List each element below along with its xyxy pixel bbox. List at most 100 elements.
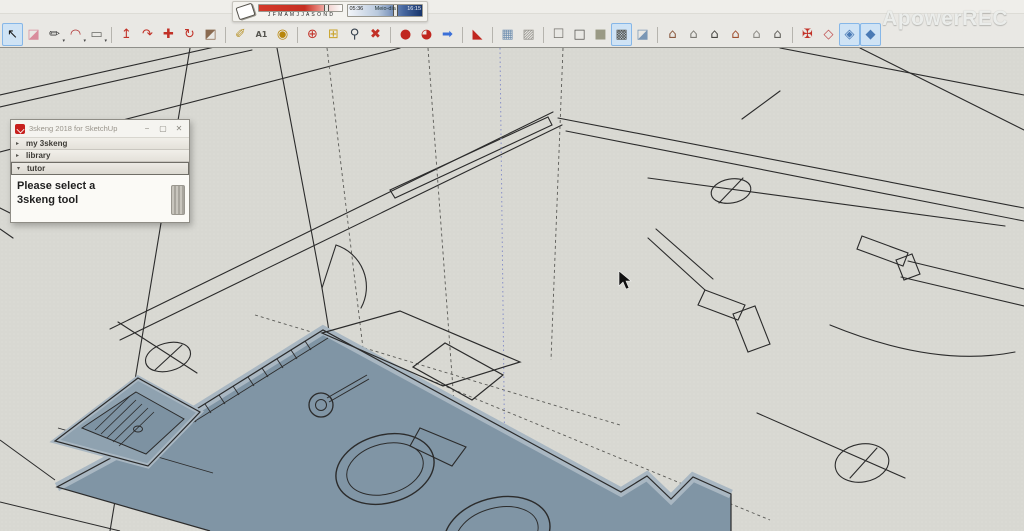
zoom-tool-icon[interactable]: ⚲ ▾ <box>344 23 365 46</box>
export-model-icon[interactable]: ➡ ▾ <box>437 23 458 46</box>
corridor-wall-pier <box>647 228 1016 357</box>
x-ray-style-icon[interactable]: ▦ ▾ <box>497 23 518 46</box>
section-arrow-icon: ▾ <box>17 166 21 172</box>
hidden-line-style-icon[interactable]: □ ▾ <box>569 23 590 46</box>
monochrome-style-icon[interactable]: ◪ ▾ <box>632 23 653 46</box>
scale-tool-icon[interactable]: ◩ ▾ <box>200 23 221 46</box>
tool-glyph: ◩ <box>204 27 217 42</box>
toolbar-separator[interactable]: ▾ <box>788 23 797 46</box>
tool-glyph: ⌂ <box>773 27 782 42</box>
axis-guide-blue <box>499 48 506 479</box>
display-section-planes-icon[interactable]: ◈ ▾ <box>839 23 860 46</box>
tool-glyph: □ <box>573 27 586 42</box>
tool-glyph: ✏ <box>49 27 60 42</box>
zoom-extents-tool-icon[interactable]: ✖ ▾ <box>365 23 386 46</box>
toolbar-separator[interactable]: ▾ <box>386 23 395 46</box>
move-tool-icon[interactable]: ✚ ▾ <box>158 23 179 46</box>
toolbar-separator[interactable]: ▾ <box>107 23 116 46</box>
front-view-icon[interactable]: ⌂ ▾ <box>704 23 725 46</box>
panel-section-my-3skeng[interactable]: ▸ my 3skeng <box>11 138 189 150</box>
tool-glyph: ☐ <box>552 27 565 42</box>
pan-tool-icon[interactable]: ⊞ ▾ <box>323 23 344 46</box>
orbit-tool-icon[interactable]: ⊕ ▾ <box>302 23 323 46</box>
tool-glyph: ◆ <box>865 27 876 42</box>
iso-view-icon[interactable]: ⌂ ▾ <box>662 23 683 46</box>
back-edges-style-icon[interactable]: ▨ ▾ <box>518 23 539 46</box>
3skeng-add-tool-icon[interactable]: ◕ ▾ <box>416 23 437 46</box>
tool-glyph: ◪ <box>27 27 40 42</box>
tool-glyph: ⌂ <box>752 27 761 42</box>
select-tool-icon[interactable]: ↖ ▾ <box>2 23 23 46</box>
panel-titlebar[interactable]: 3skeng 2018 for SketchUp − ▢ ✕ <box>11 120 189 138</box>
tool-glyph: ▩ <box>615 27 628 42</box>
component-tool-icon[interactable]: ◣ ▾ <box>467 23 488 46</box>
date-slider-thumb[interactable] <box>324 5 330 11</box>
tool-glyph: ■ <box>594 27 607 42</box>
tool-glyph: A1 <box>255 30 268 39</box>
tool-glyph: ◕ <box>420 27 433 42</box>
arc-tool-icon[interactable]: ◠ ▾ <box>65 23 86 46</box>
eraser-tool-icon[interactable]: ◪ ▾ <box>23 23 44 46</box>
section-label: tutor <box>27 164 46 173</box>
minimize-button[interactable]: − <box>141 123 153 135</box>
close-button[interactable]: ✕ <box>173 123 185 135</box>
panel-scrollbar[interactable] <box>171 185 185 215</box>
display-section-cuts-icon[interactable]: ◆ ▾ <box>860 23 881 46</box>
follow-me-tool-icon[interactable]: ↷ ▾ <box>137 23 158 46</box>
tool-glyph: ⊞ <box>328 27 339 42</box>
right-view-icon[interactable]: ⌂ ▾ <box>725 23 746 46</box>
left-view-icon[interactable]: ⌂ ▾ <box>767 23 788 46</box>
time-slider-track[interactable] <box>347 4 424 17</box>
shaded-style-icon[interactable]: ■ ▾ <box>590 23 611 46</box>
menu-strip <box>0 0 1024 14</box>
3skeng-panel: 3skeng 2018 for SketchUp − ▢ ✕ ▸ my 3ske… <box>10 119 190 223</box>
toolbar-area: J F M A M J J A S O N D 05:36 Meio-dia 1… <box>0 0 1024 48</box>
3skeng-pipe-tool-icon[interactable]: ● ▾ <box>395 23 416 46</box>
recorder-watermark: ApowerREC <box>882 7 1008 30</box>
shaded-textures-style-icon[interactable]: ▩ ▾ <box>611 23 632 46</box>
toolbar-separator[interactable]: ▾ <box>293 23 302 46</box>
wireframe-style-icon[interactable]: ☐ ▾ <box>548 23 569 46</box>
panel-section-tutor[interactable]: ▾ tutor <box>11 162 189 175</box>
shadow-time-slider[interactable]: 05:36 Meio-dia 16:15 <box>347 4 424 19</box>
panel-sections: ▸ my 3skeng ▸ library ▾ tutor <box>11 138 189 175</box>
line-tool-icon[interactable]: ✏ ▾ <box>44 23 65 46</box>
maximize-button[interactable]: ▢ <box>157 123 169 135</box>
dimension-tool-icon[interactable]: A1 ▾ <box>251 23 272 46</box>
tool-glyph: ⌂ <box>668 27 677 42</box>
time-slider-thumb[interactable] <box>392 5 398 16</box>
panel-section-library[interactable]: ▸ library <box>11 150 189 162</box>
toolbar-separator[interactable]: ▾ <box>458 23 467 46</box>
tool-glyph: ◪ <box>636 27 649 42</box>
back-view-icon[interactable]: ⌂ ▾ <box>746 23 767 46</box>
top-view-icon[interactable]: ⌂ ▾ <box>683 23 704 46</box>
door-swing-upper <box>321 244 367 309</box>
rectangle-tool-icon[interactable]: ▭ ▾ <box>86 23 107 46</box>
toggle-shadows-icon[interactable] <box>235 2 256 21</box>
3skeng-logo-icon <box>15 123 25 134</box>
date-slider-track[interactable] <box>257 4 344 12</box>
door-swing-lower <box>829 324 1016 357</box>
toolbar-separator[interactable]: ▾ <box>539 23 548 46</box>
toolbar-separator[interactable]: ▾ <box>488 23 497 46</box>
tool-glyph: ◠ <box>69 27 82 42</box>
tool-glyph: ➡ <box>442 27 453 42</box>
shadow-date-slider[interactable]: J F M A M J J A S O N D <box>257 4 344 19</box>
tool-glyph: ↖ <box>7 27 18 42</box>
axes-icon[interactable]: ✠ ▾ <box>797 23 818 46</box>
tape-measure-tool-icon[interactable]: ✐ ▾ <box>230 23 251 46</box>
rotate-tool-icon[interactable]: ↻ ▾ <box>179 23 200 46</box>
sketchup-window: J F M A M J J A S O N D 05:36 Meio-dia 1… <box>0 0 1024 531</box>
push-pull-tool-icon[interactable]: ↥ ▾ <box>116 23 137 46</box>
toolbar-separator[interactable]: ▾ <box>221 23 230 46</box>
toolbar-separator[interactable]: ▾ <box>653 23 662 46</box>
tool-glyph: ↷ <box>142 27 153 42</box>
tool-glyph: ◣ <box>472 27 483 42</box>
tool-glyph: ● <box>399 27 412 42</box>
section-plane-icon[interactable]: ◇ ▾ <box>818 23 839 46</box>
main-toolbar: ↖ ▾ ◪ ▾ ✏ ▾ ◠ ▾ ▭ ▾ ▾ ↥ <box>2 23 881 46</box>
section-label: library <box>26 151 51 160</box>
panel-title: 3skeng 2018 for SketchUp <box>29 124 118 133</box>
tool-glyph: ⊕ <box>307 27 318 42</box>
paint-bucket-tool-icon[interactable]: ◉ ▾ <box>272 23 293 46</box>
